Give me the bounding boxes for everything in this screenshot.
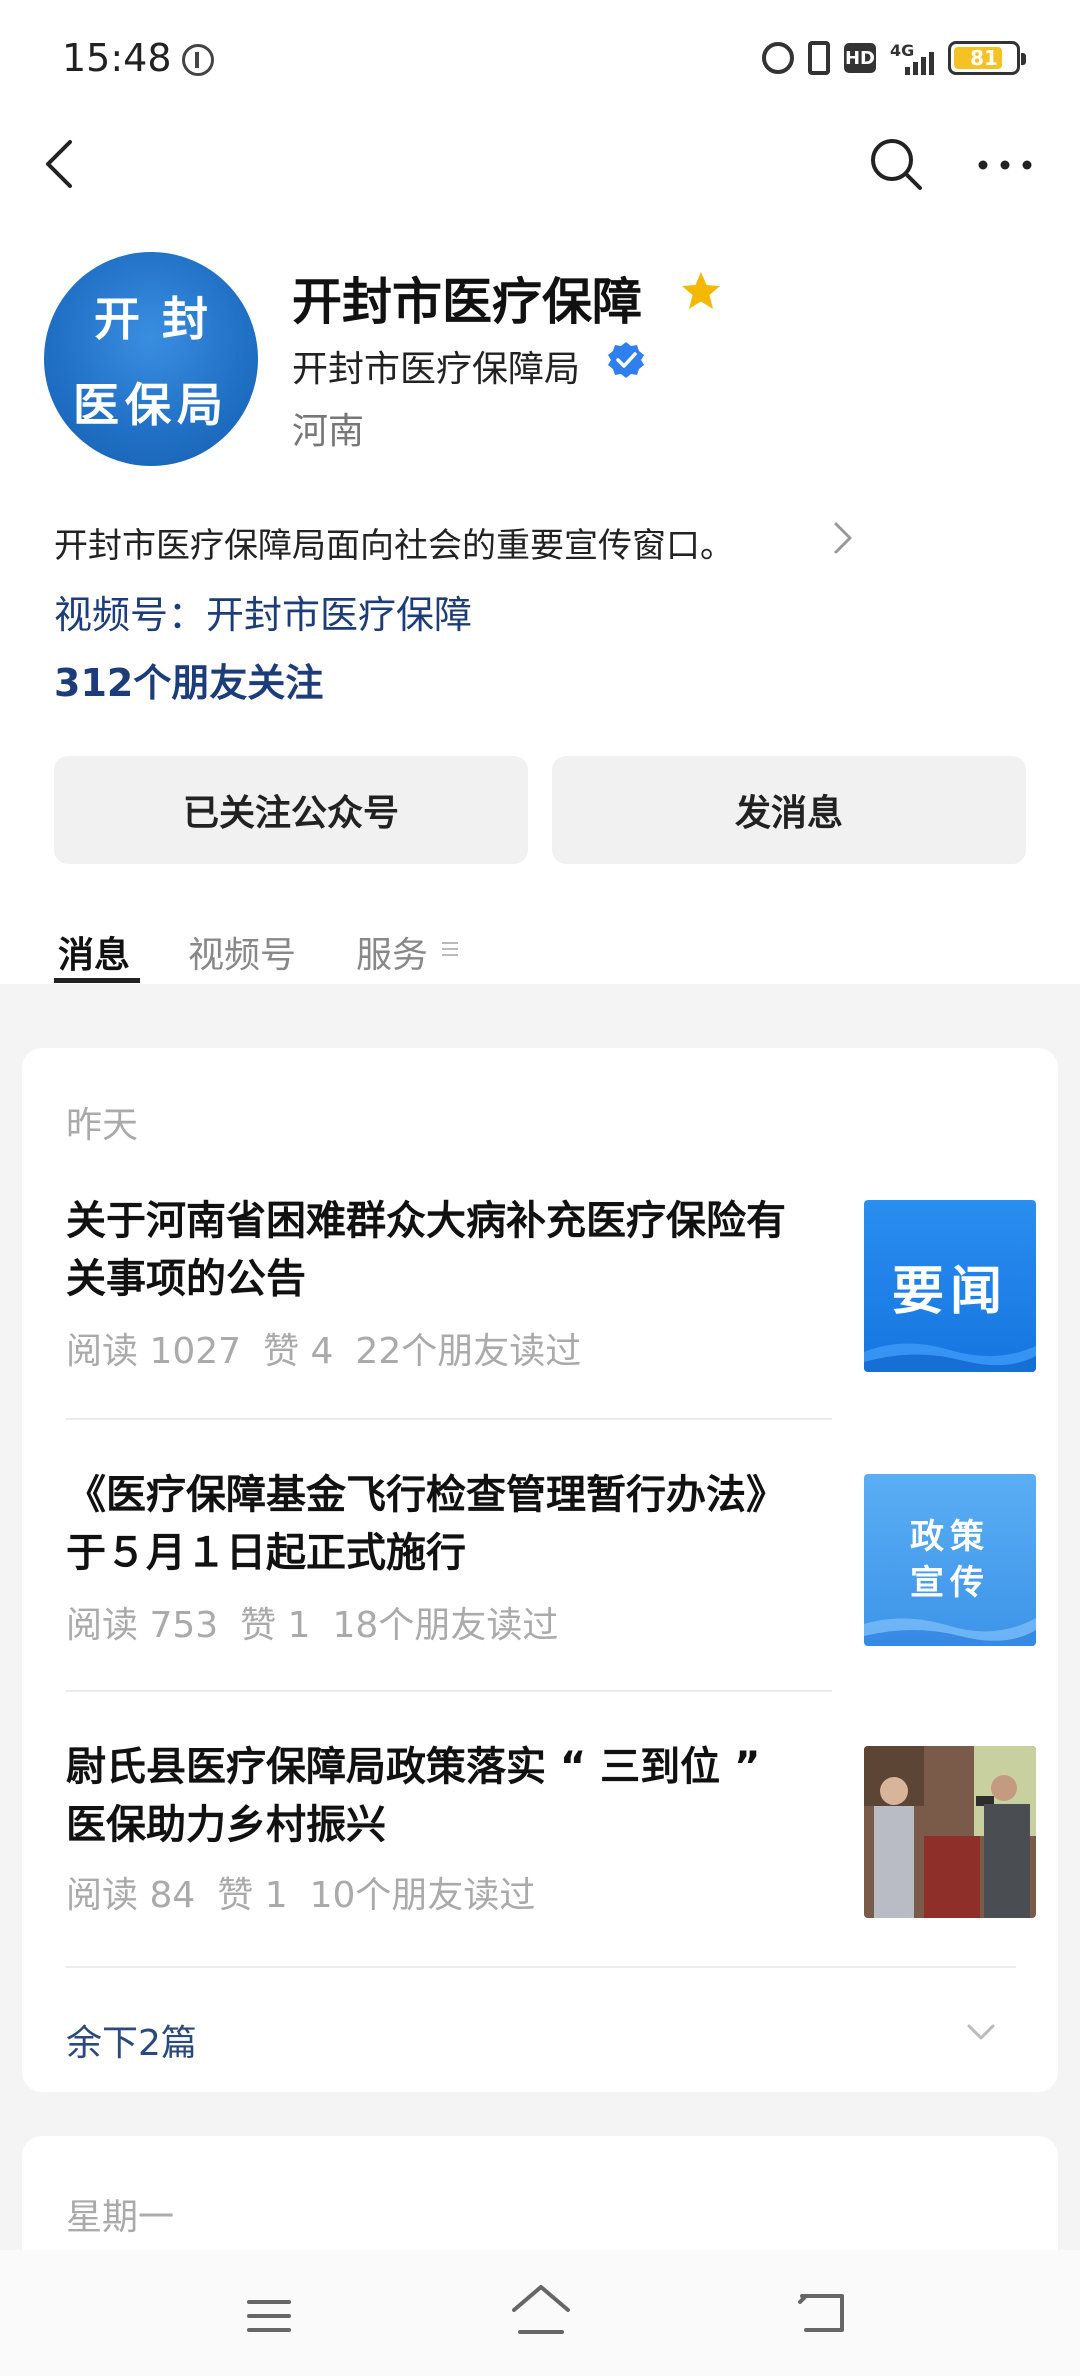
home-icon[interactable] — [510, 2282, 572, 2338]
article-friends-read: 22个朋友读过 — [355, 1331, 582, 1372]
divider — [66, 1966, 1016, 1968]
thumbnail-text: 政策 — [910, 1517, 990, 1557]
article-friends-read: 18个朋友读过 — [332, 1605, 559, 1646]
signal-icon: 4G — [890, 41, 934, 75]
article-title[interactable]: 关于河南省困难群众大病补充医疗保险有关事项的公告 — [66, 1192, 796, 1308]
status-bar: 15:48 HD 4G 81 — [0, 0, 1080, 110]
avatar-text-line2: 医保局 — [73, 378, 229, 432]
account-name: 开封市医疗保障 — [292, 273, 642, 331]
divider — [66, 1418, 832, 1420]
message-date: 星期一 — [66, 2197, 175, 2238]
star-icon[interactable] — [680, 270, 722, 312]
wave-decoration — [864, 1343, 1036, 1372]
article-likes: 赞 1 — [217, 1875, 288, 1916]
article-reads: 阅读 84 — [66, 1875, 196, 1916]
avatar-text-line1: 开封 — [94, 292, 230, 346]
tab-video-channel[interactable]: 视频号 — [188, 926, 296, 978]
more-icon[interactable] — [975, 150, 1035, 180]
back-nav-icon[interactable] — [796, 2290, 848, 2336]
menu-icon[interactable] — [440, 938, 460, 960]
wave-decoration — [864, 1618, 1036, 1646]
account-avatar[interactable]: 开封 医保局 — [44, 252, 258, 466]
vibrate-icon — [808, 41, 830, 75]
article-reads: 阅读 753 — [66, 1605, 219, 1646]
verified-icon — [608, 342, 644, 378]
send-message-button[interactable]: 发消息 — [552, 756, 1026, 864]
hd-icon: HD — [844, 43, 876, 73]
article-meta: 阅读 1027 赞 4 22个朋友读过 — [66, 1322, 603, 1374]
article-item[interactable]: 《医疗保障基金飞行检查管理暂行办法》于５月１日起正式施行 阅读 753 赞 1 18… — [66, 1466, 1036, 1666]
divider — [66, 1690, 832, 1692]
article-thumbnail-photo[interactable] — [864, 1746, 1036, 1918]
thumbnail-text: 要闻 — [891, 1261, 1008, 1322]
article-reads: 阅读 1027 — [66, 1331, 242, 1372]
chevron-down-icon[interactable] — [966, 2020, 996, 2044]
account-org[interactable]: 开封市医疗保障局 — [292, 340, 580, 392]
battery-level: 81 — [970, 46, 998, 70]
message-card: 昨天 关于河南省困难群众大病补充医疗保险有关事项的公告 阅读 1027 赞 4 22… — [22, 1048, 1058, 2092]
search-icon[interactable] — [868, 136, 924, 192]
article-likes: 赞 1 — [240, 1605, 311, 1646]
tab-active-indicator — [54, 978, 140, 983]
article-likes: 赞 4 — [263, 1331, 334, 1372]
article-thumbnail[interactable]: 政策 宣传 — [864, 1474, 1036, 1646]
system-icons: HD 4G 81 — [762, 40, 1026, 76]
article-friends-read: 10个朋友读过 — [309, 1875, 536, 1916]
article-title[interactable]: 尉氏县医疗保障局政策落实 “ 三到位 ” 医保助力乡村振兴 — [66, 1738, 796, 1854]
video-channel-link[interactable]: 视频号：开封市医疗保障 — [54, 584, 472, 639]
article-thumbnail[interactable]: 要闻 — [864, 1200, 1036, 1372]
photo-image — [864, 1746, 1036, 1918]
friends-following-link[interactable]: 312个朋友关注 — [54, 652, 323, 707]
article-item[interactable]: 尉氏县医疗保障局政策落实 “ 三到位 ” 医保助力乡村振兴 阅读 84 赞 1 10… — [66, 1738, 1036, 1938]
tab-messages[interactable]: 消息 — [58, 926, 130, 978]
battery-icon: 81 — [948, 41, 1026, 75]
account-intro[interactable]: 开封市医疗保障局面向社会的重要宣传窗口。 — [54, 518, 734, 567]
notification-icon — [182, 44, 214, 76]
recent-apps-icon[interactable] — [246, 2296, 292, 2336]
tab-services[interactable]: 服务 — [356, 926, 428, 978]
chevron-right-icon[interactable] — [832, 520, 854, 556]
back-icon[interactable] — [40, 138, 80, 190]
status-time: 15:48 — [62, 36, 172, 80]
expand-more-articles[interactable]: 余下2篇 — [66, 2014, 197, 2066]
message-date: 昨天 — [66, 1105, 139, 1146]
article-item[interactable]: 关于河南省困难群众大病补充医疗保险有关事项的公告 阅读 1027 赞 4 22个朋友… — [66, 1192, 1036, 1392]
followed-button[interactable]: 已关注公众号 — [54, 756, 528, 864]
article-meta: 阅读 84 赞 1 10个朋友读过 — [66, 1866, 557, 1918]
article-title[interactable]: 《医疗保障基金飞行检查管理暂行办法》于５月１日起正式施行 — [66, 1466, 796, 1582]
alarm-icon — [762, 42, 794, 74]
article-meta: 阅读 753 赞 1 18个朋友读过 — [66, 1596, 580, 1648]
account-region: 河南 — [292, 411, 365, 452]
